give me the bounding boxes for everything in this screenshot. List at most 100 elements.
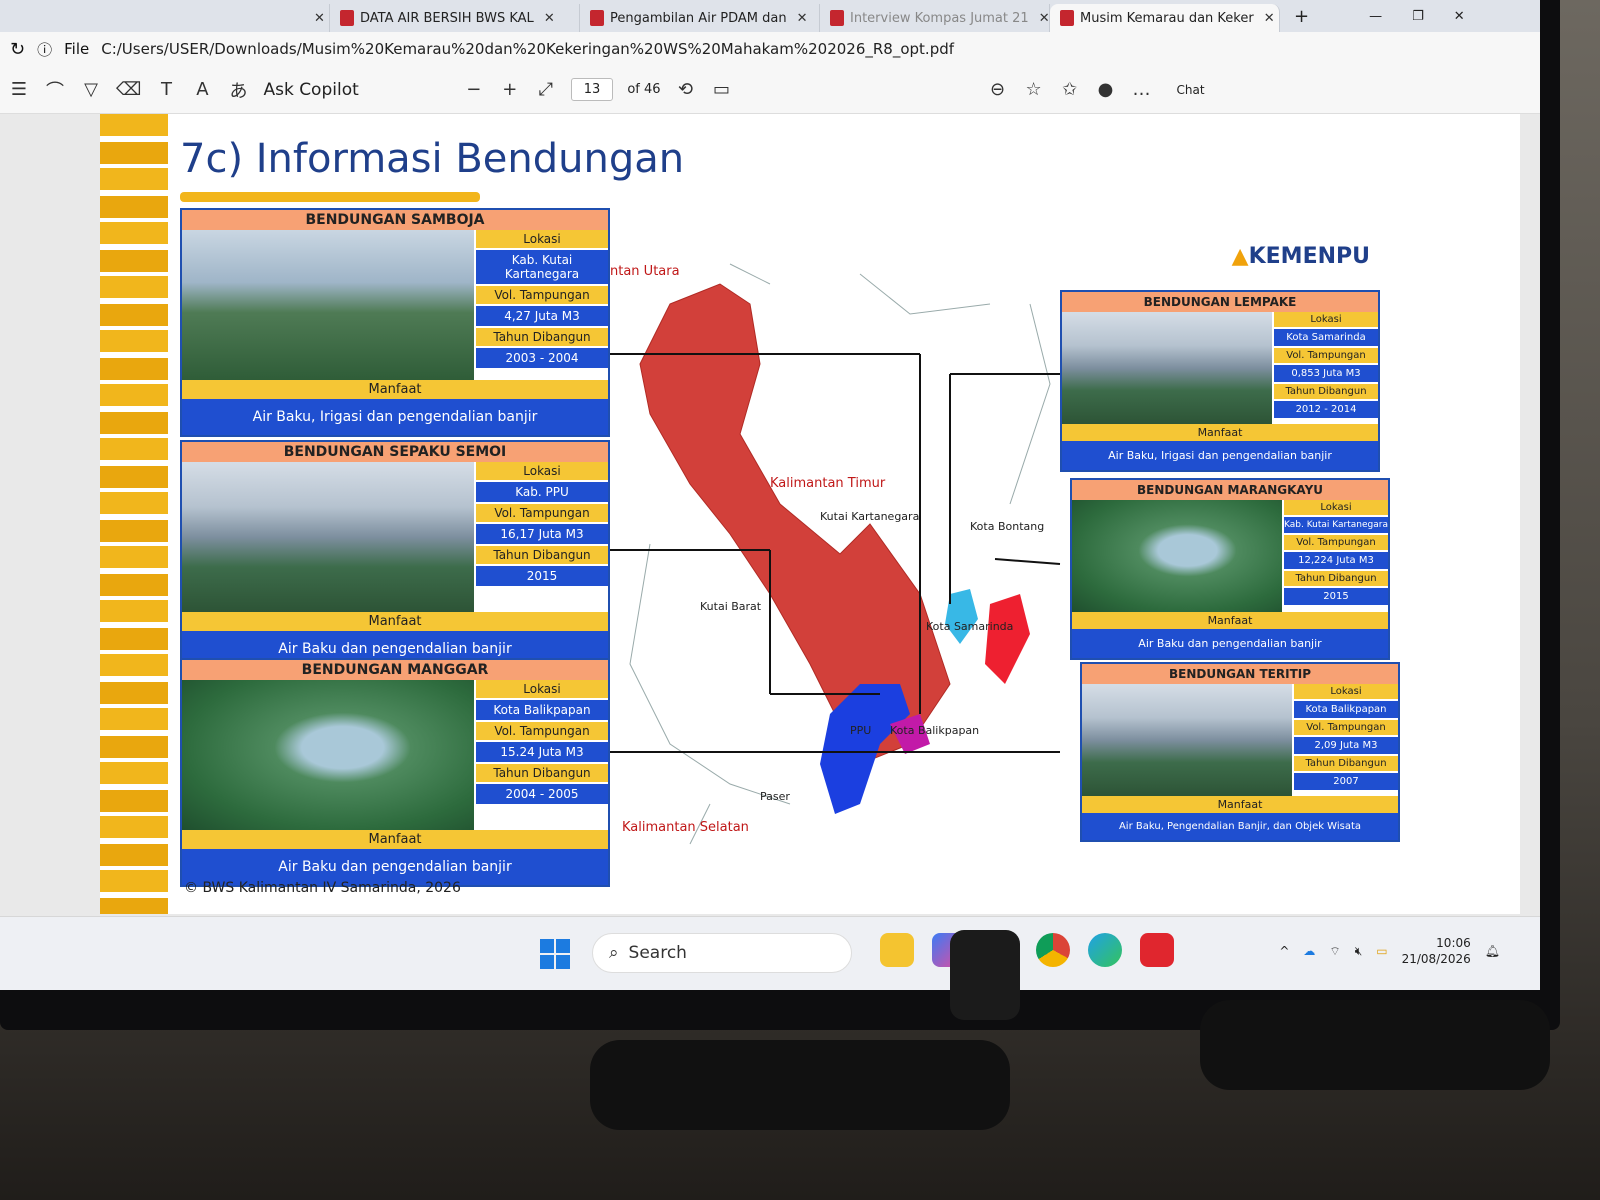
vol-label: Vol. Tampungan xyxy=(1284,535,1388,550)
close-icon[interactable]: ✕ xyxy=(544,11,555,26)
clock[interactable]: 10:06 21/08/2026 xyxy=(1402,935,1471,967)
tab-label: Pengambilan Air PDAM dan xyxy=(610,10,787,26)
map-label: Kutai Kartanegara xyxy=(820,510,920,523)
dam-card: BENDUNGAN MARANGKAYU Lokasi Kab. Kutai K… xyxy=(1070,478,1390,660)
contents-icon[interactable]: ☰ xyxy=(8,79,30,100)
edge-icon[interactable] xyxy=(1088,933,1122,967)
pdf-viewer: 7c) Informasi Bendungan ▲KEMENPU BENDUNG… xyxy=(0,114,1540,916)
battery-icon[interactable]: ▭ xyxy=(1376,944,1387,958)
close-icon[interactable]: ✕ xyxy=(797,11,808,26)
map-label: Kota Samarinda xyxy=(926,620,1014,633)
vol-value: 16,17 Juta M3 xyxy=(476,524,608,544)
url-field[interactable]: C:/Users/USER/Downloads/Musim%20Kemarau%… xyxy=(101,40,954,58)
restore-icon[interactable]: ❐ xyxy=(1412,9,1424,24)
tahun-label: Tahun Dibangun xyxy=(1294,756,1398,771)
close-icon[interactable]: ✕ xyxy=(1039,11,1049,26)
map-label: Kota Balikpapan xyxy=(890,724,980,737)
zoom-in-icon[interactable]: + xyxy=(499,79,521,100)
search-placeholder: Search xyxy=(628,943,687,963)
tahun-label: Tahun Dibangun xyxy=(1284,571,1388,586)
dam-name: BENDUNGAN SAMBOJA xyxy=(182,210,608,230)
close-icon[interactable]: ✕ xyxy=(314,11,325,26)
chevron-up-icon[interactable]: ^ xyxy=(1279,944,1289,958)
refresh-icon[interactable]: ↻ xyxy=(10,39,25,60)
zoom-out-icon[interactable]: − xyxy=(463,79,485,100)
ask-copilot-button[interactable]: Ask Copilot xyxy=(263,80,358,100)
taskbar-search[interactable]: ⌕ Search xyxy=(592,933,852,973)
more-icon[interactable]: … xyxy=(1131,79,1153,100)
tahun-label: Tahun Dibangun xyxy=(476,764,608,782)
new-tab-icon[interactable]: + xyxy=(1294,6,1309,27)
lokasi-value: Kota Samarinda xyxy=(1274,329,1378,346)
map-region-kukar xyxy=(639,283,951,765)
pdf-icon xyxy=(590,10,604,26)
browser-tab[interactable]: Interview Kompas Jumat 21 ✕ xyxy=(820,4,1050,32)
fit-page-icon[interactable]: ⤢ xyxy=(535,79,557,100)
tahun-value: 2015 xyxy=(1284,588,1388,605)
browser-tab[interactable]: Pengambilan Air PDAM dan ✕ xyxy=(580,4,820,32)
slide-title: 7c) Informasi Bendungan xyxy=(180,136,685,182)
lokasi-value: Kab. Kutai Kartanegara xyxy=(476,250,608,284)
tahun-value: 2007 xyxy=(1294,773,1398,790)
slide-page: 7c) Informasi Bendungan ▲KEMENPU BENDUNG… xyxy=(100,114,1520,914)
tahun-value: 2003 - 2004 xyxy=(476,348,608,368)
speaker-center xyxy=(950,930,1020,1020)
taskbar: ⌕ Search ^ ☁ ⌔ 🔇︎ ▭ 10:06 21/08/2026 🔔︎ xyxy=(0,916,1540,990)
volume-muted-icon[interactable]: 🔇︎ xyxy=(1355,944,1363,959)
manfaat-label: Manfaat xyxy=(182,380,608,399)
favorite-icon[interactable]: ☆ xyxy=(1023,79,1045,100)
zoom-icon[interactable]: ⊖ xyxy=(987,79,1009,100)
read-aloud-icon[interactable]: A xyxy=(191,79,213,100)
page-view-icon[interactable]: ▭ xyxy=(711,79,733,100)
tahun-value: 2012 - 2014 xyxy=(1274,401,1378,418)
map-label: Kota Bontang xyxy=(970,520,1045,533)
address-bar: ↻ ⓘ File C:/Users/USER/Downloads/Musim%2… xyxy=(0,32,1540,66)
minimize-icon[interactable]: — xyxy=(1369,9,1382,24)
eraser-icon[interactable]: ⌫ xyxy=(116,79,141,100)
profile-icon[interactable]: ● xyxy=(1095,79,1117,100)
info-icon[interactable]: ⓘ xyxy=(37,39,52,60)
acrobat-icon[interactable] xyxy=(1140,933,1174,967)
vol-value: 4,27 Juta M3 xyxy=(476,306,608,326)
favorites-icon[interactable]: ✩ xyxy=(1059,79,1081,100)
map-label: ntan Utara xyxy=(610,264,680,279)
browser-tab-bar: ✕ DATA AIR BERSIH BWS KAL ✕ Pengambilan A… xyxy=(0,0,1540,32)
close-icon[interactable]: ✕ xyxy=(1264,11,1275,26)
pdf-icon xyxy=(340,10,354,26)
translate-icon[interactable]: あ xyxy=(227,77,249,103)
dam-photo xyxy=(182,230,474,380)
wifi-icon[interactable]: ⌔ xyxy=(1329,944,1340,959)
date: 21/08/2026 xyxy=(1401,952,1471,966)
text-icon[interactable]: T xyxy=(155,79,177,100)
page-number-input[interactable]: 13 xyxy=(570,78,614,101)
speaker-right xyxy=(1200,1000,1550,1090)
manfaat-label: Manfaat xyxy=(1082,796,1398,813)
highlight-icon[interactable]: ⌒ xyxy=(44,77,66,103)
tahun-label: Tahun Dibangun xyxy=(1274,384,1378,399)
browser-tab[interactable]: ✕ xyxy=(0,4,330,32)
manfaat-label: Manfaat xyxy=(182,830,608,849)
browser-tab[interactable]: DATA AIR BERSIH BWS KAL ✕ xyxy=(330,4,580,32)
draw-icon[interactable]: ▽ xyxy=(80,79,102,100)
chat-button[interactable]: Chat xyxy=(1177,83,1205,97)
screen: ✕ DATA AIR BERSIH BWS KAL ✕ Pengambilan A… xyxy=(0,0,1540,990)
rotate-icon[interactable]: ⟲ xyxy=(675,79,697,100)
manfaat-label: Manfaat xyxy=(182,612,608,631)
tab-label: Musim Kemarau dan Keker xyxy=(1080,10,1254,26)
browser-tab-active[interactable]: Musim Kemarau dan Keker ✕ xyxy=(1050,4,1280,32)
dam-name: BENDUNGAN TERITIP xyxy=(1082,664,1398,684)
vol-value: 12,224 Juta M3 xyxy=(1284,552,1388,569)
notification-icon[interactable]: 🔔︎ xyxy=(1485,944,1500,958)
copyright-text: © BWS Kalimantan IV Samarinda, 2026 xyxy=(184,880,461,896)
page-total: of 46 xyxy=(627,82,661,97)
dam-name: BENDUNGAN SEPAKU SEMOI xyxy=(182,442,608,462)
time: 10:06 xyxy=(1436,936,1471,950)
file-explorer-icon[interactable] xyxy=(880,933,914,967)
manfaat-value: Air Baku, Irigasi dan pengendalian banji… xyxy=(182,399,608,435)
vol-value: 2,09 Juta M3 xyxy=(1294,737,1398,754)
dam-card: BENDUNGAN SEPAKU SEMOI Lokasi Kab. PPU V… xyxy=(180,440,610,669)
chrome-icon[interactable] xyxy=(1036,933,1070,967)
windows-start-icon[interactable] xyxy=(540,939,570,969)
close-window-icon[interactable]: ✕ xyxy=(1454,9,1465,24)
onedrive-icon[interactable]: ☁ xyxy=(1303,944,1315,958)
